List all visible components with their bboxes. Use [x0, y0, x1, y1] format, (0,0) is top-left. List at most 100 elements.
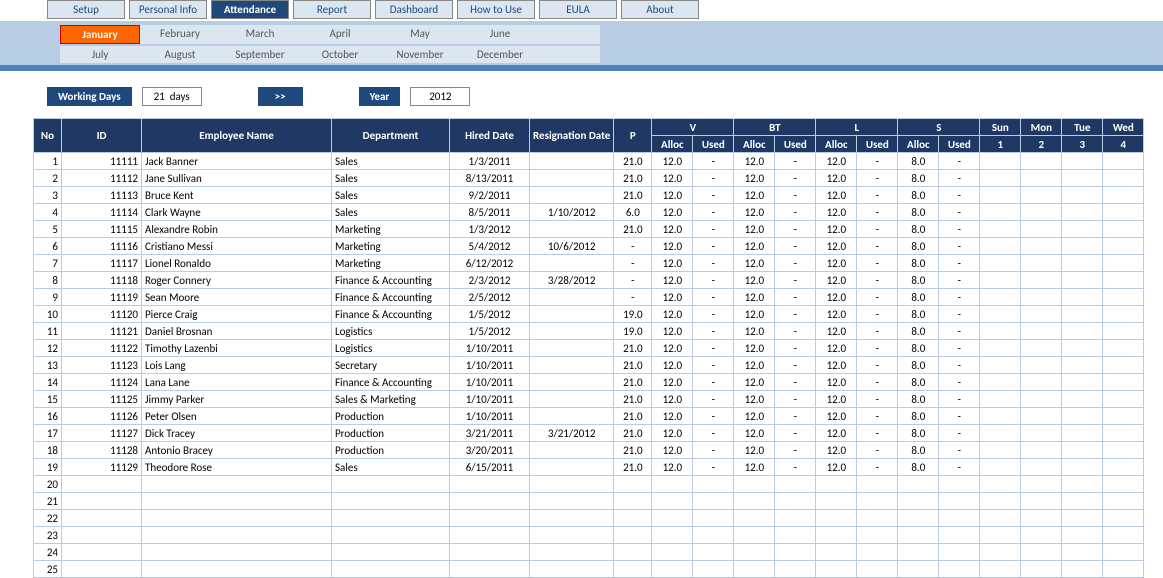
cell-s-alloc[interactable] — [898, 510, 939, 527]
cell-name[interactable]: Jack Banner — [142, 153, 332, 170]
cell-bt-alloc[interactable]: 12.0 — [734, 272, 775, 289]
cell-day-3[interactable] — [1062, 187, 1103, 204]
cell-day-2[interactable] — [1021, 323, 1062, 340]
cell-name[interactable]: Clark Wayne — [142, 204, 332, 221]
cell-day-2[interactable] — [1021, 170, 1062, 187]
cell-dept[interactable] — [332, 527, 450, 544]
cell-resign[interactable] — [530, 408, 614, 425]
cell-day-1[interactable] — [980, 408, 1021, 425]
cell-no[interactable]: 11 — [34, 323, 62, 340]
cell-day-4[interactable] — [1103, 527, 1144, 544]
cell-p[interactable]: 21.0 — [614, 408, 652, 425]
cell-bt-alloc[interactable]: 12.0 — [734, 153, 775, 170]
cell-day-2[interactable] — [1021, 493, 1062, 510]
cell-day-2[interactable] — [1021, 272, 1062, 289]
cell-l-alloc[interactable] — [816, 544, 857, 561]
cell-day-1[interactable] — [980, 425, 1021, 442]
cell-day-1[interactable] — [980, 391, 1021, 408]
cell-s-alloc[interactable]: 8.0 — [898, 238, 939, 255]
cell-day-2[interactable] — [1021, 221, 1062, 238]
cell-dept[interactable]: Sales & Marketing — [332, 391, 450, 408]
cell-v-used[interactable]: - — [693, 153, 734, 170]
cell-v-used[interactable]: - — [693, 255, 734, 272]
cell-s-used[interactable]: - — [939, 272, 980, 289]
cell-s-alloc[interactable] — [898, 476, 939, 493]
month-april[interactable]: April — [300, 25, 380, 44]
cell-v-alloc[interactable]: 12.0 — [652, 374, 693, 391]
cell-id[interactable]: 11114 — [62, 204, 142, 221]
cell-s-alloc[interactable]: 8.0 — [898, 323, 939, 340]
cell-v-alloc[interactable]: 12.0 — [652, 221, 693, 238]
cell-s-alloc[interactable]: 8.0 — [898, 170, 939, 187]
cell-l-alloc[interactable]: 12.0 — [816, 459, 857, 476]
cell-day-1[interactable] — [980, 459, 1021, 476]
cell-no[interactable]: 20 — [34, 476, 62, 493]
cell-s-alloc[interactable]: 8.0 — [898, 187, 939, 204]
cell-id[interactable]: 11124 — [62, 374, 142, 391]
cell-day-1[interactable] — [980, 527, 1021, 544]
cell-v-used[interactable]: - — [693, 340, 734, 357]
cell-id[interactable]: 11122 — [62, 340, 142, 357]
cell-id[interactable]: 11120 — [62, 306, 142, 323]
cell-no[interactable]: 6 — [34, 238, 62, 255]
cell-p[interactable] — [614, 510, 652, 527]
cell-no[interactable]: 24 — [34, 544, 62, 561]
cell-name[interactable]: Timothy Lazenbi — [142, 340, 332, 357]
cell-l-used[interactable]: - — [857, 153, 898, 170]
cell-dept[interactable]: Sales — [332, 170, 450, 187]
cell-day-4[interactable] — [1103, 459, 1144, 476]
cell-name[interactable]: Pierce Craig — [142, 306, 332, 323]
cell-day-3[interactable] — [1062, 306, 1103, 323]
cell-name[interactable] — [142, 544, 332, 561]
cell-day-4[interactable] — [1103, 425, 1144, 442]
cell-name[interactable]: Lana Lane — [142, 374, 332, 391]
cell-resign[interactable] — [530, 459, 614, 476]
cell-v-alloc[interactable] — [652, 493, 693, 510]
cell-s-used[interactable]: - — [939, 238, 980, 255]
cell-hired[interactable]: 8/13/2011 — [450, 170, 530, 187]
cell-l-alloc[interactable]: 12.0 — [816, 357, 857, 374]
cell-v-alloc[interactable]: 12.0 — [652, 272, 693, 289]
cell-dept[interactable] — [332, 493, 450, 510]
cell-l-used[interactable]: - — [857, 323, 898, 340]
cell-no[interactable]: 18 — [34, 442, 62, 459]
cell-name[interactable]: Jane Sullivan — [142, 170, 332, 187]
cell-dept[interactable]: Finance & Accounting — [332, 289, 450, 306]
cell-v-used[interactable]: - — [693, 187, 734, 204]
cell-name[interactable]: Alexandre Robin — [142, 221, 332, 238]
cell-l-used[interactable]: - — [857, 170, 898, 187]
cell-s-used[interactable]: - — [939, 425, 980, 442]
cell-day-3[interactable] — [1062, 510, 1103, 527]
cell-v-alloc[interactable]: 12.0 — [652, 357, 693, 374]
cell-day-1[interactable] — [980, 255, 1021, 272]
cell-no[interactable]: 16 — [34, 408, 62, 425]
cell-no[interactable]: 7 — [34, 255, 62, 272]
cell-l-alloc[interactable]: 12.0 — [816, 272, 857, 289]
cell-no[interactable]: 17 — [34, 425, 62, 442]
cell-p[interactable]: 21.0 — [614, 357, 652, 374]
cell-bt-alloc[interactable]: 12.0 — [734, 170, 775, 187]
cell-bt-used[interactable]: - — [775, 442, 816, 459]
tab-dashboard[interactable]: Dashboard — [375, 0, 453, 19]
cell-resign[interactable]: 3/21/2012 — [530, 425, 614, 442]
cell-name[interactable] — [142, 493, 332, 510]
cell-no[interactable]: 22 — [34, 510, 62, 527]
cell-s-alloc[interactable]: 8.0 — [898, 425, 939, 442]
cell-p[interactable] — [614, 476, 652, 493]
cell-p[interactable]: 6.0 — [614, 204, 652, 221]
cell-l-used[interactable]: - — [857, 459, 898, 476]
cell-s-used[interactable] — [939, 561, 980, 578]
cell-s-alloc[interactable]: 8.0 — [898, 459, 939, 476]
cell-v-used[interactable]: - — [693, 357, 734, 374]
cell-name[interactable] — [142, 561, 332, 578]
cell-day-4[interactable] — [1103, 374, 1144, 391]
cell-name[interactable] — [142, 527, 332, 544]
cell-bt-used[interactable]: - — [775, 255, 816, 272]
cell-id[interactable]: 11126 — [62, 408, 142, 425]
cell-bt-used[interactable]: - — [775, 408, 816, 425]
cell-s-used[interactable]: - — [939, 442, 980, 459]
cell-id[interactable]: 11117 — [62, 255, 142, 272]
cell-day-1[interactable] — [980, 272, 1021, 289]
cell-day-2[interactable] — [1021, 544, 1062, 561]
cell-day-4[interactable] — [1103, 340, 1144, 357]
